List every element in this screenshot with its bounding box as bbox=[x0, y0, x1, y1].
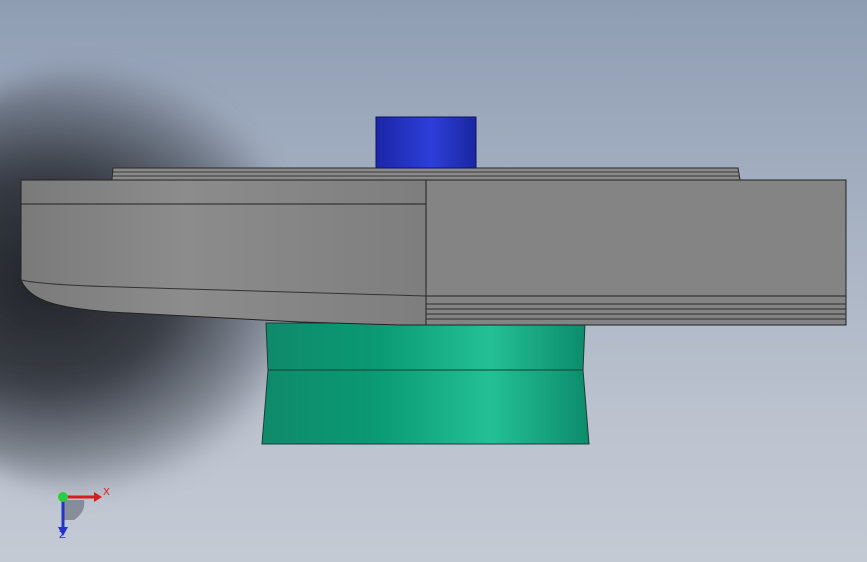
cad-model[interactable] bbox=[0, 0, 867, 562]
x-axis-label: X bbox=[103, 487, 110, 498]
graphics-viewport[interactable]: X Z bbox=[0, 0, 867, 562]
green-base-upper[interactable] bbox=[265, 322, 586, 371]
z-axis-label: Z bbox=[59, 530, 66, 541]
orientation-triad[interactable]: X Z bbox=[40, 480, 120, 550]
blue-boss[interactable] bbox=[375, 116, 477, 169]
body-right-face[interactable] bbox=[425, 179, 847, 326]
y-axis-dot bbox=[58, 492, 68, 502]
body-left-face[interactable] bbox=[20, 179, 427, 326]
green-base-lower[interactable] bbox=[261, 369, 590, 445]
green-base bbox=[261, 322, 590, 445]
top-flange bbox=[111, 167, 741, 181]
